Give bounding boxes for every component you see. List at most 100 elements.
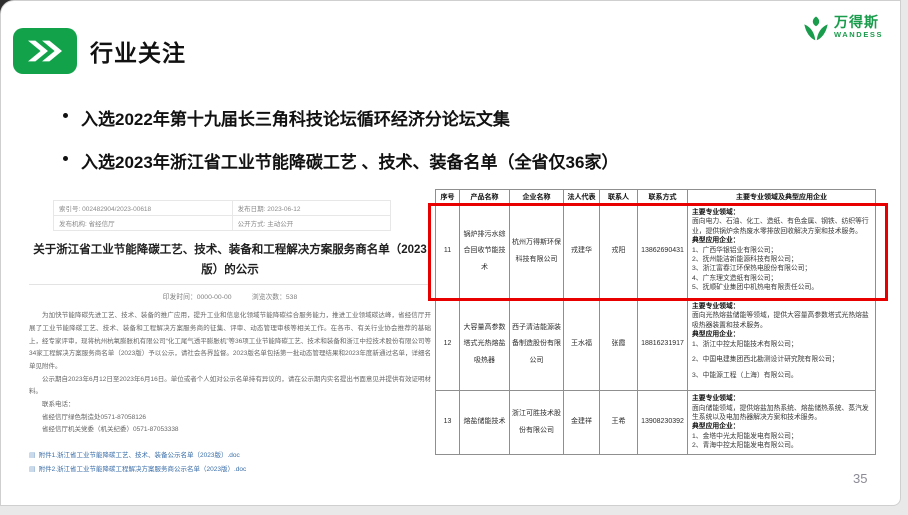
app-item: 4、广东理文造纸有限公司； — [692, 274, 871, 283]
slide: 行业关注 万得斯 WANDESS 入选2022年第十九届长三角科技论坛循环经济分… — [0, 0, 901, 506]
bullet-text: 入选2023年浙江省工业节能降碳工艺 、技术、装备名单（全省仅36家） — [81, 148, 618, 173]
table-row: 12 大容量高参数塔式光热熔盐吸热器 西子清洁能源装备制造股份有限公司 王水福 … — [436, 299, 876, 391]
announcement-document: 索引号: 002482904/2023-00618 发布日期: 2023-06-… — [29, 193, 431, 477]
bullet-item: 入选2022年第十九届长三角科技论坛循环经济分论坛文集 — [63, 105, 803, 130]
cell-product: 锅炉排污水综合回收节能技术 — [460, 205, 510, 299]
doc-paragraph: 省经信厅绿色制造处0571-87058126 — [29, 412, 431, 425]
cell-contact: 戎阳 — [600, 205, 638, 299]
attachment-icon: ▤ — [29, 466, 36, 473]
divider — [29, 284, 431, 285]
doc-meta-cell: 公开方式: 主动公开 — [232, 216, 390, 231]
app-item: 5、抚顺矿业集团中机热电有限责任公司。 — [692, 283, 871, 292]
cell-company: 西子清洁能源装备制造股份有限公司 — [510, 299, 564, 391]
cell-product: 熔盐储能技术 — [460, 391, 510, 455]
cell-legal: 王水福 — [564, 299, 600, 391]
bullet-text: 入选2022年第十九届长三角科技论坛循环经济分论坛文集 — [81, 105, 510, 130]
attachment-text: 附件2.浙江省工业节能降碳工程解决方案服务商公示名单（2023版）.doc — [39, 463, 247, 477]
app-item: 2、抚州能洁新能源科技有限公司； — [692, 255, 871, 264]
cell-no: 11 — [436, 205, 460, 299]
app-item: 1、广西华银铝业有限公司； — [692, 246, 871, 255]
meta-label: 索引号: — [59, 206, 80, 213]
cell-product: 大容量高参数塔式光热熔盐吸热器 — [460, 299, 510, 391]
detail-domain-text: 面向电力、石油、化工、造纸、有色金属、钢铁、纺织等行业，提供锅炉余热废水零排放回… — [692, 217, 871, 236]
col-header: 序号 — [436, 190, 460, 205]
doc-body: 为加快节能降碳先进工艺、技术、装备的推广应用，提升工业和信息化领域节能降碳综合服… — [29, 310, 431, 437]
bullet-dot-icon — [63, 156, 68, 161]
cell-legal: 戎建华 — [564, 205, 600, 299]
detail-apps-label: 典型应用企业： — [692, 422, 871, 431]
cell-no: 13 — [436, 391, 460, 455]
doc-meta-cell: 索引号: 002482904/2023-00618 — [54, 201, 233, 216]
logo-text-cn: 万得斯 — [834, 15, 883, 29]
app-item: 3、中能源工程（上海）有限公司。 — [692, 371, 871, 380]
doc-stats: 印发时间：0000-00-00 浏览次数：538 — [29, 291, 431, 301]
detail-domain-text: 面向储能领域，提供熔盐加热系统、熔盐储热系统、蒸汽发生系统以及电加热器解决方案和… — [692, 404, 871, 423]
app-item: 3、浙江富春江环保热电股份有限公司； — [692, 264, 871, 273]
doc-meta-cell: 发布日期: 2023-06-12 — [232, 201, 390, 216]
col-header: 产品名称 — [460, 190, 510, 205]
doc-paragraph: 联系电话： — [29, 399, 431, 412]
cell-company: 杭州万得斯环保科技有限公司 — [510, 205, 564, 299]
cell-contact: 王希 — [600, 391, 638, 455]
app-item: 1、金塔中光太阳能发电有限公司； — [692, 432, 871, 441]
detail-domain-text: 面向光热熔盐储能等领域，提供大容量高参数塔式光热熔盐吸热器装置和技术服务。 — [692, 311, 871, 330]
meta-label: 公开方式: — [238, 221, 266, 228]
cell-phone: 18816231917 — [638, 299, 688, 391]
doc-paragraph: 为加快节能降碳先进工艺、技术、装备的推广应用，提升工业和信息化领域节能降碳综合服… — [29, 310, 431, 373]
doc-paragraph: 公示期自2023年6月12日至2023年6月16日。单位或者个人如对公示名单持有… — [29, 374, 431, 399]
meta-value: 2023-06-12 — [267, 206, 300, 213]
provider-table-panel: 序号 产品名称 企业名称 法人代表 联系人 联系方式 主要专业领域及典型应用企业… — [435, 189, 876, 455]
cell-no: 12 — [436, 299, 460, 391]
app-item: 1、浙江中控太阳能技术有限公司； — [692, 340, 871, 349]
detail-apps-list: 1、金塔中光太阳能发电有限公司； 2、青海中控太阳能发电有限公司。 — [692, 432, 871, 451]
doc-meta-cell: 发布机构: 省经信厅 — [54, 216, 233, 231]
detail-domain-label: 主要专业领域： — [692, 394, 871, 403]
col-header: 主要专业领域及典型应用企业 — [688, 190, 876, 205]
meta-value: 002482904/2023-00618 — [82, 206, 151, 213]
detail-apps-label: 典型应用企业： — [692, 330, 871, 339]
cell-phone: 13908230392 — [638, 391, 688, 455]
col-header: 企业名称 — [510, 190, 564, 205]
cell-detail: 主要专业领域： 面向储能领域，提供熔盐加热系统、熔盐储热系统、蒸汽发生系统以及电… — [688, 391, 876, 455]
col-header: 法人代表 — [564, 190, 600, 205]
detail-apps-label: 典型应用企业： — [692, 236, 871, 245]
company-logo: 万得斯 WANDESS — [802, 15, 883, 43]
doc-meta-table: 索引号: 002482904/2023-00618 发布日期: 2023-06-… — [53, 200, 391, 231]
detail-apps-list: 1、广西华银铝业有限公司； 2、抚州能洁新能源科技有限公司； 3、浙江富春江环保… — [692, 246, 871, 293]
provider-table: 序号 产品名称 企业名称 法人代表 联系人 联系方式 主要专业领域及典型应用企业… — [435, 189, 876, 455]
detail-apps-list: 1、浙江中控太阳能技术有限公司； 2、中国电建集团西北勘测设计研究院有限公司； … — [692, 340, 871, 381]
attachment-list: ▤ 附件1.浙江省工业节能降碳工艺、技术、装备公示名单（2023版）.doc ▤… — [29, 449, 431, 477]
chevron-right-icon — [20, 34, 70, 68]
cell-phone: 13862690431 — [638, 205, 688, 299]
double-chevron-icon — [13, 28, 77, 74]
attachment-link[interactable]: ▤ 附件2.浙江省工业节能降碳工程解决方案服务商公示名单（2023版）.doc — [29, 463, 431, 477]
logo-plant-icon — [802, 15, 830, 43]
detail-domain-label: 主要专业领域： — [692, 302, 871, 311]
attachment-text: 附件1.浙江省工业节能降碳工艺、技术、装备公示名单（2023版）.doc — [39, 449, 240, 463]
page-title: 行业关注 — [90, 34, 186, 68]
doc-paragraph: 省经信厅机关党委（机关纪委）0571-87053338 — [29, 424, 431, 437]
page-number: 35 — [853, 471, 867, 486]
logo-text-en: WANDESS — [834, 31, 883, 39]
attachment-icon: ▤ — [29, 452, 36, 459]
cell-detail: 主要专业领域： 面向光热熔盐储能等领域，提供大容量高参数塔式光热熔盐吸热器装置和… — [688, 299, 876, 391]
detail-domain-label: 主要专业领域： — [692, 208, 871, 217]
bullet-dot-icon — [63, 113, 68, 118]
attachment-link[interactable]: ▤ 附件1.浙江省工业节能降碳工艺、技术、装备公示名单（2023版）.doc — [29, 449, 431, 463]
table-row: 13 熔盐储能技术 浙江可胜技术股份有限公司 金建祥 王希 1390823039… — [436, 391, 876, 455]
table-header-row: 序号 产品名称 企业名称 法人代表 联系人 联系方式 主要专业领域及典型应用企业 — [436, 190, 876, 205]
bullet-list: 入选2022年第十九届长三角科技论坛循环经济分论坛文集 入选2023年浙江省工业… — [63, 105, 803, 191]
app-item: 2、中国电建集团西北勘测设计研究院有限公司； — [692, 355, 871, 364]
meta-value: 主动公开 — [267, 221, 293, 228]
doc-title: 关于浙江省工业节能降碳工艺、技术、装备和工程解决方案服务商名单（2023版）的公… — [29, 240, 431, 280]
meta-label: 发布日期: — [238, 206, 266, 213]
meta-label: 发布机构: — [59, 221, 87, 228]
cell-detail: 主要专业领域： 面向电力、石油、化工、造纸、有色金属、钢铁、纺织等行业，提供锅炉… — [688, 205, 876, 299]
cell-contact: 张霞 — [600, 299, 638, 391]
col-header: 联系人 — [600, 190, 638, 205]
bullet-item: 入选2023年浙江省工业节能降碳工艺 、技术、装备名单（全省仅36家） — [63, 148, 803, 173]
cell-legal: 金建祥 — [564, 391, 600, 455]
app-item: 2、青海中控太阳能发电有限公司。 — [692, 441, 871, 450]
cell-company: 浙江可胜技术股份有限公司 — [510, 391, 564, 455]
col-header: 联系方式 — [638, 190, 688, 205]
